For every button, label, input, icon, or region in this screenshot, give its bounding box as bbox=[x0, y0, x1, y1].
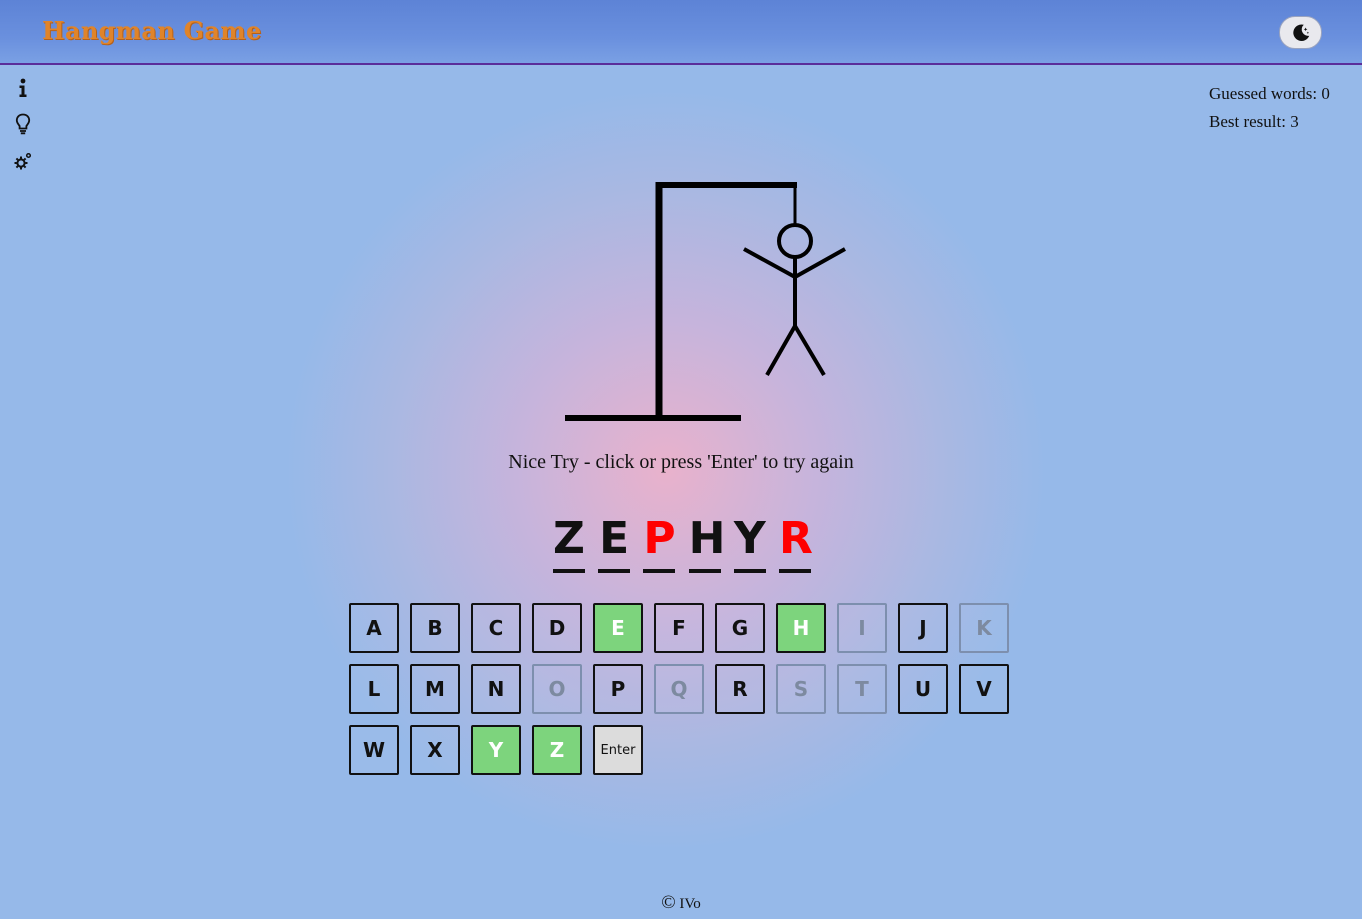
word-letter: Z bbox=[553, 513, 585, 564]
info-button[interactable] bbox=[12, 77, 34, 99]
letter-underline bbox=[643, 569, 676, 573]
hangman-drawing bbox=[565, 182, 846, 421]
letter-underline bbox=[688, 569, 721, 573]
letter-key-b[interactable]: B bbox=[410, 603, 460, 653]
letter-key-n[interactable]: N bbox=[471, 664, 521, 714]
enter-key[interactable]: Enter bbox=[593, 725, 643, 775]
info-icon bbox=[19, 78, 27, 97]
letter-key-y[interactable]: Y bbox=[471, 725, 521, 775]
guessed-words-count: Guessed words: 0 bbox=[1209, 84, 1330, 103]
footer-author: IVo bbox=[679, 896, 701, 912]
settings-button[interactable] bbox=[12, 150, 34, 172]
letter-key-z[interactable]: Z bbox=[532, 725, 582, 775]
header-bar: Hangman Game bbox=[0, 0, 1362, 65]
letter-key-g[interactable]: G bbox=[715, 603, 765, 653]
letter-key-v[interactable]: V bbox=[959, 664, 1009, 714]
letter-key-u[interactable]: U bbox=[898, 664, 948, 714]
letter-key-p[interactable]: P bbox=[593, 664, 643, 714]
letter-key-d[interactable]: D bbox=[532, 603, 582, 653]
letter-key-e[interactable]: E bbox=[593, 603, 643, 653]
letter-key-k[interactable]: K bbox=[959, 603, 1009, 653]
letter-key-q[interactable]: Q bbox=[654, 664, 704, 714]
letter-key-o[interactable]: O bbox=[532, 664, 582, 714]
letter-key-f[interactable]: F bbox=[654, 603, 704, 653]
word-letter-slot: R bbox=[779, 510, 813, 576]
moon-icon bbox=[1292, 23, 1309, 41]
word-letter: P bbox=[643, 513, 676, 564]
copyright-symbol: © bbox=[661, 892, 676, 913]
word-letter-slot: Z bbox=[553, 510, 585, 576]
letter-key-s[interactable]: S bbox=[776, 664, 826, 714]
word-letter: E bbox=[599, 513, 630, 564]
letter-key-m[interactable]: M bbox=[410, 664, 460, 714]
footer: © IVo bbox=[0, 892, 1362, 914]
stats-panel: Guessed words: 0 Best result: 3 bbox=[1209, 80, 1330, 136]
letter-key-h[interactable]: H bbox=[776, 603, 826, 653]
word-letter-slot: Y bbox=[733, 510, 766, 576]
theme-toggle-button[interactable] bbox=[1279, 16, 1322, 49]
word-letter-slot: H bbox=[688, 510, 726, 576]
letter-underline bbox=[598, 569, 631, 573]
letter-underline bbox=[733, 569, 766, 573]
letter-key-a[interactable]: A bbox=[349, 603, 399, 653]
letter-key-x[interactable]: X bbox=[410, 725, 460, 775]
word-letter: H bbox=[688, 513, 726, 564]
letter-key-j[interactable]: J bbox=[898, 603, 948, 653]
word-letter-slot: E bbox=[598, 510, 631, 576]
hangman-left-leg bbox=[765, 325, 797, 376]
letter-key-w[interactable]: W bbox=[349, 725, 399, 775]
letter-key-c[interactable]: C bbox=[471, 603, 521, 653]
settings-icon bbox=[14, 152, 32, 170]
hangman-right-leg bbox=[793, 324, 826, 377]
hangman-head bbox=[777, 223, 813, 259]
app-title: Hangman Game bbox=[42, 16, 262, 45]
letter-underline bbox=[553, 569, 585, 573]
word-letter: R bbox=[779, 513, 813, 564]
letter-key-t[interactable]: T bbox=[837, 664, 887, 714]
letter-underline bbox=[779, 569, 811, 573]
word-letter: Y bbox=[733, 513, 766, 564]
letter-key-i[interactable]: I bbox=[837, 603, 887, 653]
letter-key-r[interactable]: R bbox=[715, 664, 765, 714]
word-letter-slot: P bbox=[643, 510, 676, 576]
letter-key-l[interactable]: L bbox=[349, 664, 399, 714]
lightbulb-icon bbox=[15, 113, 31, 135]
best-result: Best result: 3 bbox=[1209, 112, 1299, 131]
game-status-message[interactable]: Nice Try - click or press 'Enter' to try… bbox=[0, 451, 1362, 474]
hint-button[interactable] bbox=[12, 113, 34, 135]
